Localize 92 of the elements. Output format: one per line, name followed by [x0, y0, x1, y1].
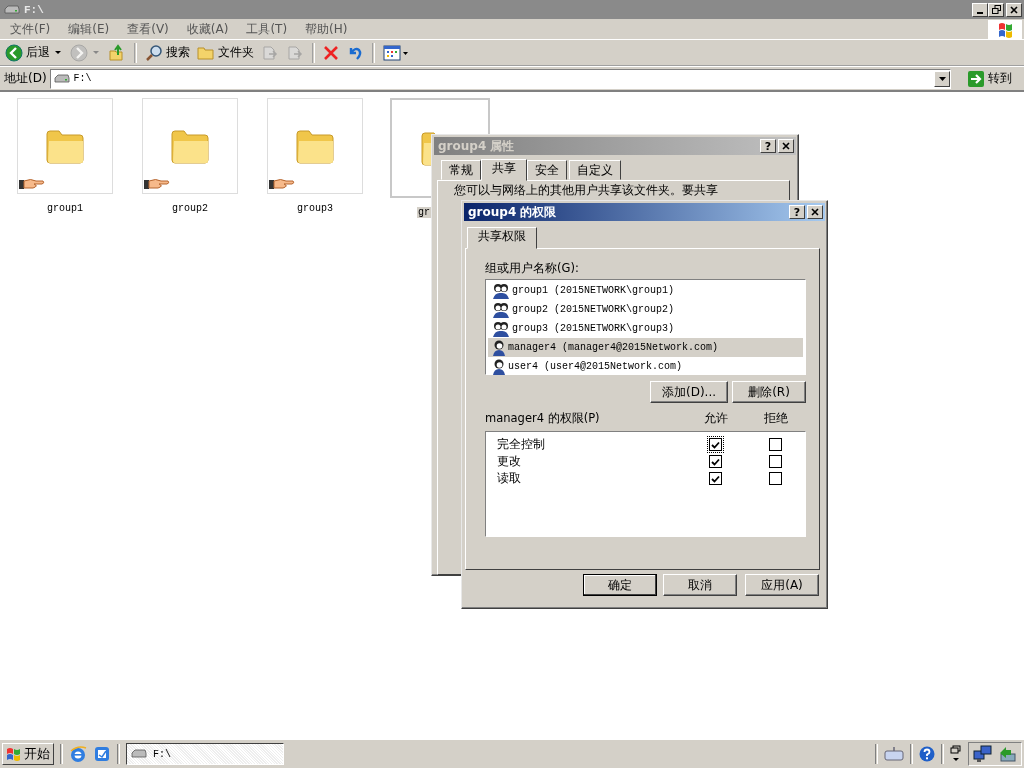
dialog-button[interactable]: 确定 — [583, 574, 657, 596]
folder-up-icon — [108, 43, 126, 62]
network-icon[interactable] — [973, 745, 993, 763]
deny-checkbox[interactable] — [768, 455, 782, 468]
address-field[interactable]: F:\ — [49, 68, 951, 89]
go-button[interactable]: 转到 — [954, 70, 1020, 87]
window-switch-icon[interactable] — [950, 745, 962, 763]
move-to-icon — [261, 43, 279, 62]
tab[interactable]: 安全 — [527, 160, 567, 180]
user-list-item[interactable]: manager4 (manager4@2015Network.com) — [488, 338, 803, 357]
folder-name: group2 — [172, 203, 208, 214]
folder-icon — [197, 44, 215, 61]
minimize-icon — [977, 12, 983, 14]
permission-name: 读取 — [496, 470, 522, 487]
close-button[interactable] — [807, 205, 823, 219]
deny-checkbox[interactable] — [768, 472, 782, 485]
delete-button[interactable] — [321, 43, 341, 62]
deny-checkbox[interactable] — [768, 438, 782, 451]
tab[interactable]: 自定义 — [569, 160, 621, 180]
close-icon — [1010, 5, 1018, 14]
dialog-button[interactable]: 取消 — [663, 574, 737, 596]
dialog-title: group4 的权限 — [467, 203, 558, 221]
taskbar-window-button[interactable]: F:\ — [126, 743, 284, 765]
user-list-item[interactable]: group3 (2015NETWORK\group3) — [488, 319, 803, 338]
copy-to-icon — [286, 43, 304, 62]
restore-button[interactable] — [988, 2, 1004, 17]
folder-name: group3 — [297, 203, 333, 214]
close-icon — [811, 208, 819, 216]
close-button[interactable] — [1006, 2, 1022, 17]
user-group-icon — [492, 301, 510, 318]
drive-icon — [4, 4, 20, 15]
permission-name: 更改 — [496, 453, 522, 470]
caret-icon — [938, 76, 946, 81]
user-group-icon — [492, 320, 510, 337]
tab[interactable]: 共享权限 — [467, 227, 537, 249]
browser-e-icon[interactable] — [69, 745, 87, 763]
menu-item[interactable]: 文件(F) — [4, 20, 57, 38]
delete-icon — [323, 44, 339, 61]
restore-icon — [991, 5, 1001, 14]
folder-name: group1 — [47, 203, 83, 214]
permission-name: 完全控制 — [496, 436, 546, 453]
folders-button[interactable]: 文件夹 — [195, 43, 256, 62]
folder-icon — [45, 128, 85, 164]
allow-checkbox[interactable] — [708, 455, 722, 468]
start-button[interactable]: 开始 — [2, 743, 54, 765]
folder-thumbnail[interactable] — [142, 98, 238, 194]
allow-checkbox[interactable] — [708, 438, 722, 451]
help-button[interactable]: ? — [789, 205, 805, 219]
address-label: 地址(D) — [4, 70, 47, 87]
deny-header: 拒绝 — [763, 409, 789, 427]
add-button[interactable]: 添加(D)... — [650, 381, 728, 403]
folder-icon — [295, 128, 335, 164]
windows-logo-icon — [6, 747, 22, 761]
go-arrow-icon — [968, 70, 984, 87]
folder-name: gr — [417, 207, 431, 218]
menu-item[interactable]: 编辑(E) — [62, 20, 116, 38]
permissions-label: manager4 的权限(P) — [485, 410, 601, 426]
drive-icon — [131, 749, 147, 759]
allow-checkbox[interactable] — [708, 472, 722, 485]
folder-thumbnail[interactable] — [267, 98, 363, 194]
user-group-icon — [492, 282, 510, 299]
help-icon[interactable] — [919, 746, 935, 762]
address-value: F:\ — [73, 73, 92, 84]
caret-icon[interactable] — [55, 50, 61, 55]
remove-button[interactable]: 删除(R) — [732, 381, 806, 403]
dialog-title: group4 属性 — [437, 137, 516, 155]
keyboard-icon[interactable] — [884, 746, 904, 762]
menu-item[interactable]: 工具(T) — [240, 20, 294, 38]
menu-item[interactable]: 收藏(A) — [180, 20, 235, 38]
views-icon — [383, 44, 409, 61]
allow-header: 允许 — [703, 409, 729, 427]
group-list-label: 组或用户名称(G): — [485, 261, 580, 276]
back-button[interactable]: 后退 — [3, 42, 52, 63]
dropdown-button[interactable] — [934, 70, 950, 87]
folder-thumbnail[interactable] — [17, 98, 113, 194]
user-icon — [492, 339, 506, 356]
tab[interactable]: 共享 — [481, 159, 527, 181]
user-list-item[interactable]: user4 (user4@2015Network.com) — [488, 357, 803, 376]
search-icon — [145, 43, 163, 62]
user-list-item[interactable]: group1 (2015NETWORK\group1) — [488, 281, 803, 300]
menu-item[interactable]: 查看(V) — [121, 20, 175, 38]
user-list-item[interactable]: group2 (2015NETWORK\group2) — [488, 300, 803, 319]
minimize-button[interactable] — [972, 2, 988, 17]
share-description: 您可以与网络上的其他用户共享该文件夹。要共享 — [454, 183, 719, 197]
folder-icon — [170, 128, 210, 164]
views-button[interactable] — [381, 43, 411, 62]
window-title: F:\ — [24, 3, 45, 16]
search-button[interactable]: 搜索 — [143, 42, 192, 63]
drive-icon — [53, 73, 70, 84]
menu-item[interactable]: 帮助(H) — [299, 20, 354, 38]
dialog-button[interactable]: 应用(A) — [745, 574, 819, 596]
close-icon — [782, 142, 790, 150]
